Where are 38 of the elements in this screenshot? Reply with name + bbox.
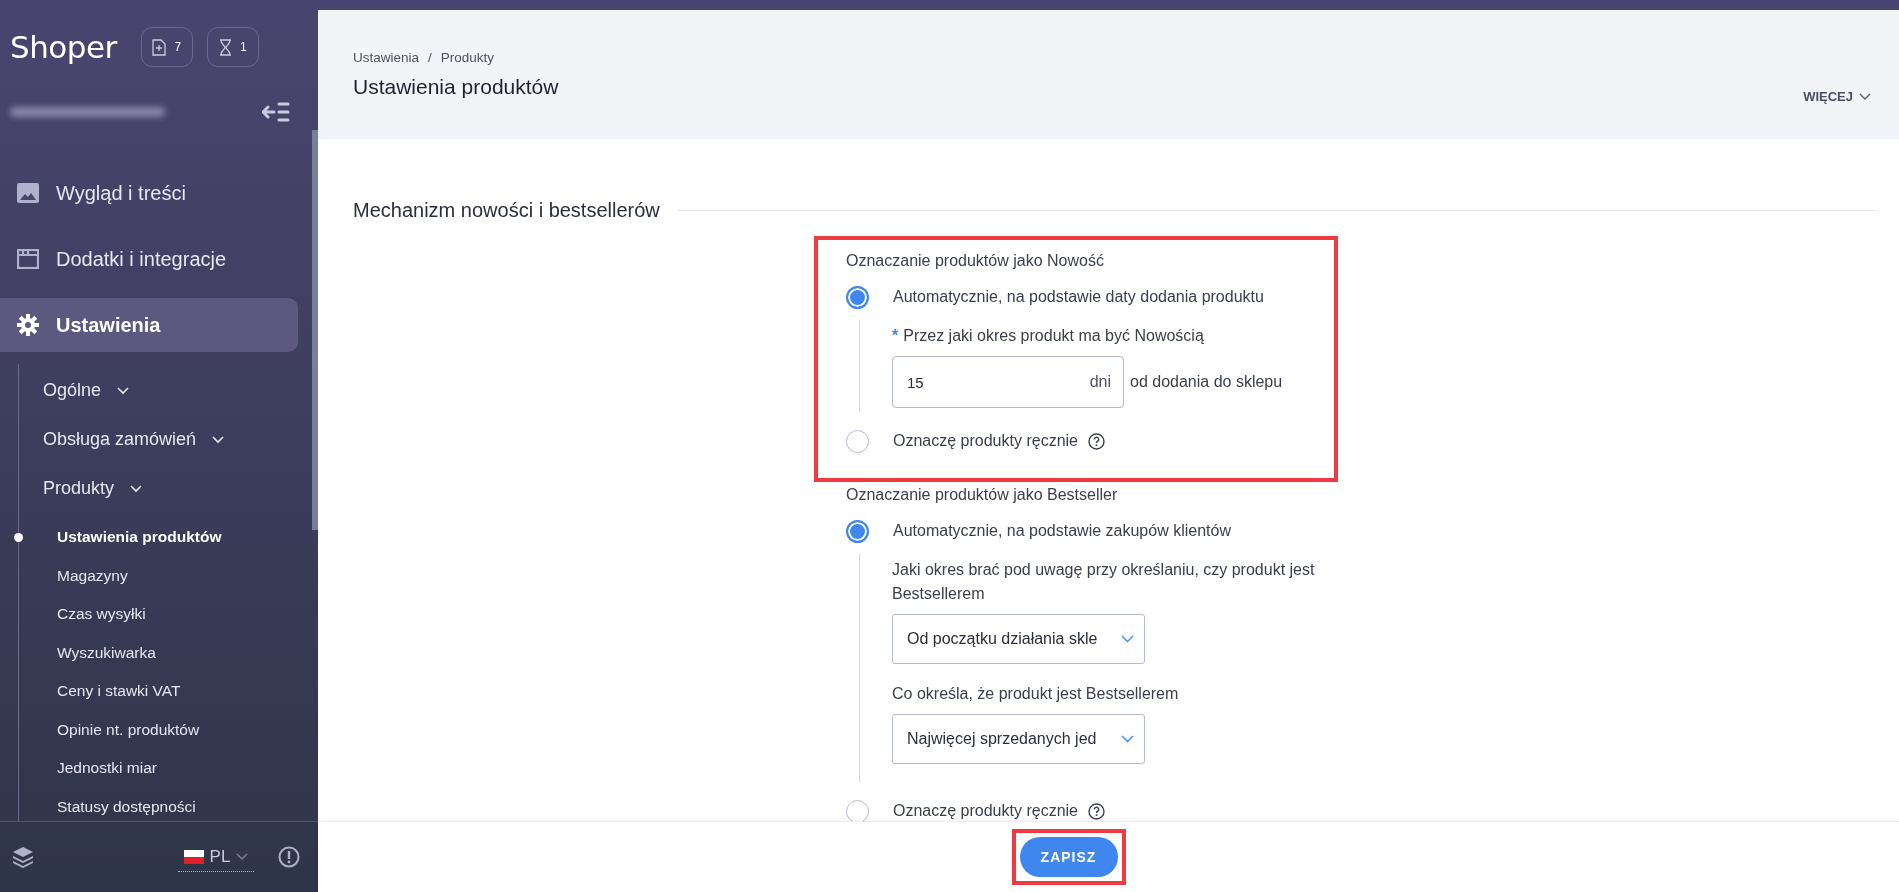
nav-link[interactable]: Czas wysyłki — [19, 605, 146, 624]
section-title: Mechanizm nowości i bestsellerów — [353, 199, 660, 222]
nav-subitem[interactable]: Produkty — [19, 464, 294, 513]
field-label: Co określa, że produkt jest Bestsellerem — [892, 684, 1180, 704]
radio-label[interactable]: Oznaczę produkty ręcznie — [893, 802, 1078, 820]
dropdown-field[interactable]: Od początku działania skle — [892, 614, 1145, 664]
more-button[interactable]: WIĘCEJ — [1797, 88, 1877, 105]
radio-label[interactable]: Oznaczę produkty ręcznie — [893, 432, 1078, 450]
nav-link[interactable]: Wyszukiwarka — [19, 643, 156, 662]
counter-button[interactable]: 7 — [140, 27, 193, 67]
number-field[interactable]: 15 dni — [892, 356, 1124, 408]
save-button[interactable]: ZAPISZ — [1019, 837, 1118, 877]
nav-item[interactable]: Wygląd i treści — [0, 166, 298, 220]
breadcrumb-link[interactable]: Ustawienia — [353, 50, 420, 65]
language-select[interactable]: PL — [177, 842, 255, 872]
nav-item[interactable]: Dodatki i integracje — [0, 232, 298, 286]
field-suffix: od dodania do sklepu — [1130, 373, 1283, 391]
dropdown-field[interactable]: Najwięcej sprzedanych jed — [892, 714, 1145, 764]
field-label: Jaki okres brać pod uwagę przy określaniu, czy produkt jest Bestsellerem — [892, 560, 1316, 604]
logo: Shoper — [10, 29, 117, 65]
nav-link[interactable]: Jednostki miar — [19, 759, 157, 778]
radio-label[interactable]: Automatycznie, na podstawie zakupów klientów — [893, 522, 1231, 540]
group-label: Oznaczanie produktów jako Nowość — [846, 252, 1105, 270]
breadcrumb-link[interactable]: Produkty — [440, 50, 495, 65]
nav-link[interactable]: Ustawienia produktów — [19, 528, 222, 547]
field-label: * Przez jaki okres produkt ma być Nowością — [892, 326, 1205, 346]
page-title: Ustawienia produktów — [353, 75, 559, 99]
nav-item[interactable]: Ustawienia — [0, 298, 298, 352]
nav-subitem[interactable]: Obsługa zamówień — [19, 415, 294, 464]
breadcrumb-separator: / — [428, 50, 432, 65]
nav-link[interactable]: Ceny i stawki VAT — [19, 682, 181, 701]
nav-link[interactable]: Statusy dostępności — [19, 797, 196, 816]
counter-button[interactable]: 1 — [206, 27, 259, 67]
nav-link[interactable]: Opinie nt. produktów — [19, 720, 200, 739]
nav-link[interactable]: Magazyny — [19, 566, 128, 585]
nav-subitem[interactable]: Ogólne — [19, 366, 294, 415]
radio-label[interactable]: Automatycznie, na podstawie daty dodania produktu — [893, 288, 1264, 306]
group-label: Oznaczanie produktów jako Bestseller — [846, 486, 1119, 504]
